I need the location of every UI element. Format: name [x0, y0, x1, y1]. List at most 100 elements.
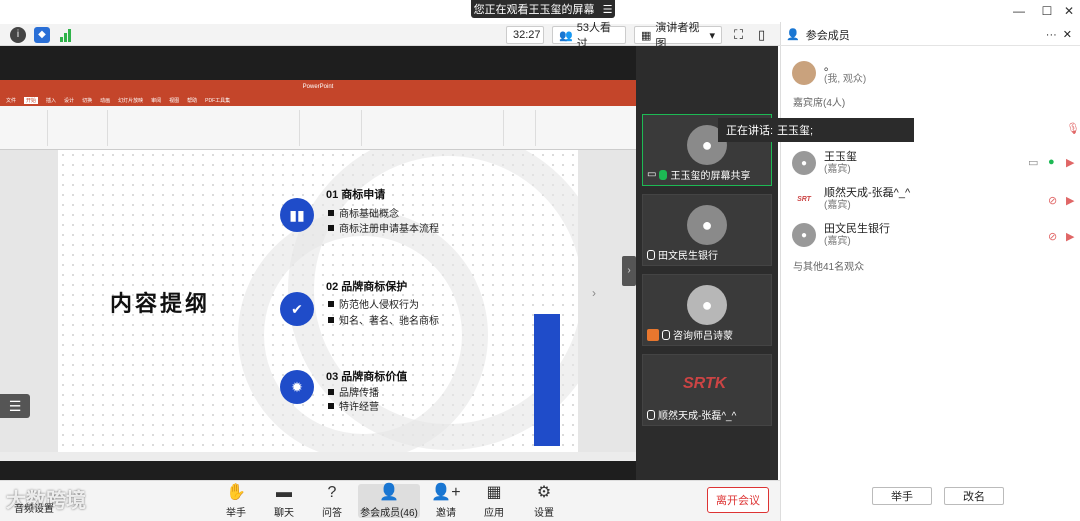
- ppt-tab: 设计: [64, 97, 75, 104]
- ppt-tab: 动画: [100, 97, 111, 104]
- other-viewers-label: 与其他41名观众: [793, 262, 865, 273]
- tile-label: 咨询师吕诗蒙: [647, 327, 733, 342]
- participant-row[interactable]: SRT 顺然天成-张磊^_^ (嘉宾): [792, 184, 1080, 214]
- viewers-count[interactable]: 👥 53人看过: [552, 22, 626, 50]
- close-panel-icon[interactable]: ✕: [1063, 28, 1072, 41]
- participant-role: (嘉宾): [824, 163, 851, 175]
- close-button[interactable]: ✕: [1058, 2, 1080, 20]
- avatar: ●: [687, 285, 727, 325]
- screen-share-icon: ▭: [647, 169, 657, 180]
- button-label: 设置: [534, 508, 554, 519]
- avatar: ●: [792, 151, 816, 175]
- section-item-text: 特许经营: [339, 402, 379, 413]
- invite-icon: 👤+: [431, 484, 461, 501]
- minimize-button[interactable]: —: [1008, 2, 1030, 20]
- section-item-text: 商标注册申请基本流程: [339, 224, 439, 235]
- avatar: ●: [687, 205, 727, 245]
- more-icon[interactable]: ···: [1046, 29, 1057, 41]
- layout-icon[interactable]: ▯: [758, 27, 765, 43]
- section-title: 03 品牌商标价值: [326, 371, 408, 383]
- ppt-tab: 帮助: [187, 97, 198, 104]
- user-icon: [647, 328, 659, 341]
- gear-icon: ⚙: [536, 484, 552, 501]
- mic-muted-icon[interactable]: 🎙: [1066, 122, 1080, 135]
- tile-label: ▭ 王玉玺的屏幕共享: [647, 167, 750, 182]
- ppt-app-name: PowerPoint: [302, 84, 334, 90]
- slide: 内容提纲 ▮▮ 01 商标申请 商标基础概念 商标注册申请基本流程 ✔ 02 品…: [58, 150, 578, 452]
- participant-self[interactable]: 。 (我, 观众): [792, 58, 1080, 88]
- tile-name: 咨询师吕诗蒙: [673, 331, 733, 342]
- section-item: 商标基础概念: [328, 205, 399, 220]
- button-label: 应用: [484, 508, 504, 519]
- qa-button[interactable]: ? 问答: [308, 484, 356, 519]
- participants-button[interactable]: 👤 参会成员(46): [358, 484, 420, 519]
- ppt-tab: PDF工具集: [205, 97, 231, 104]
- mic-muted-icon[interactable]: ⊘: [1048, 194, 1057, 207]
- panel-title: 参会成员: [805, 29, 850, 42]
- apps-button[interactable]: ▦ 应用: [470, 484, 518, 519]
- chevron-down-icon: ▾: [709, 29, 715, 42]
- grid-icon: ▦: [641, 29, 652, 42]
- button-label: 问答: [322, 508, 342, 519]
- video-tile[interactable]: ● 田文民生银行: [642, 194, 772, 266]
- avatar: SRT: [792, 187, 816, 211]
- ppt-ribbon-tabs: 文件 开始 插入 设计 切换 动画 幻灯片放映 审阅 视图 帮助 PDF工具集: [0, 94, 636, 106]
- section-item: 特许经营: [328, 398, 379, 413]
- invite-button[interactable]: 👤+ 邀请: [422, 484, 470, 519]
- ppt-title-bar: PowerPoint: [0, 80, 636, 94]
- video-tile[interactable]: SRTK 顺然天成-张磊^_^: [642, 354, 772, 426]
- button-label: 参会成员(46): [360, 508, 418, 519]
- button-label: 举手: [891, 491, 913, 503]
- ppt-ribbon: [0, 106, 636, 150]
- fullscreen-icon[interactable]: ⛶: [734, 27, 743, 43]
- raise-hand-button-panel[interactable]: 举手: [872, 487, 932, 505]
- button-label: 改名: [963, 491, 985, 503]
- decor-bar: [534, 314, 560, 446]
- person-icon: 👤: [786, 29, 800, 41]
- video-off-icon[interactable]: ▶: [1066, 230, 1074, 243]
- people-icon: 👥: [559, 29, 573, 42]
- share-banner-text: 您正在观看王玉玺的屏幕: [473, 4, 595, 16]
- shield-icon[interactable]: ◆: [34, 27, 50, 43]
- share-banner: 您正在观看王玉玺的屏幕 ☰: [471, 0, 615, 18]
- participant-row[interactable]: ● 田文民生银行 (嘉宾): [792, 220, 1080, 250]
- screen-share-icon: ▭: [1028, 157, 1039, 169]
- raise-hand-button[interactable]: ✋ 举手: [212, 484, 260, 519]
- tile-label: 顺然天成-张磊^_^: [647, 407, 736, 422]
- maximize-button[interactable]: ☐: [1036, 2, 1058, 20]
- mic-off-icon: [662, 329, 670, 340]
- chevron-right-icon[interactable]: ›: [592, 286, 596, 300]
- rename-button[interactable]: 改名: [944, 487, 1004, 505]
- audio-settings-button[interactable]: 音频设置: [14, 500, 54, 515]
- section-item-text: 商标基础概念: [339, 209, 399, 220]
- ppt-tab: 切换: [82, 97, 93, 104]
- chat-button[interactable]: ▬ 聊天: [260, 484, 308, 519]
- ribbon-group: [50, 110, 108, 146]
- ribbon-group: [506, 110, 536, 146]
- participant-role: (我, 观众): [824, 73, 867, 85]
- decor-arc: [238, 210, 488, 452]
- hand-icon: ✋: [226, 484, 246, 501]
- video-off-icon[interactable]: ▶: [1066, 156, 1074, 169]
- button-label: 邀请: [436, 508, 456, 519]
- leave-meeting-button[interactable]: 离开会议: [707, 487, 769, 513]
- video-off-icon[interactable]: ▶: [1066, 194, 1074, 207]
- menu-icon[interactable]: ☰: [0, 394, 30, 418]
- meeting-timer: 32:27: [506, 26, 544, 44]
- settings-button[interactable]: ⚙ 设置: [520, 484, 568, 519]
- leave-label: 离开会议: [716, 495, 760, 507]
- view-mode-select[interactable]: ▦ 演讲者视图 ▾: [634, 22, 722, 50]
- ppt-tab: 幻灯片放映: [118, 97, 144, 104]
- document-icon: ▮▮: [280, 198, 314, 232]
- info-icon[interactable]: i: [10, 27, 26, 43]
- collapse-strip-button[interactable]: ›: [622, 256, 636, 286]
- section-item: 知名、著名、驰名商标: [328, 312, 439, 327]
- video-tile[interactable]: ● 咨询师吕诗蒙: [642, 274, 772, 346]
- button-label: 举手: [226, 508, 246, 519]
- avatar: [792, 61, 816, 85]
- ribbon-group: [364, 110, 504, 146]
- mic-muted-icon[interactable]: ⊘: [1048, 230, 1057, 243]
- participant-name: 王玉玺: [824, 150, 857, 163]
- ppt-tab: 文件: [6, 97, 17, 104]
- list-icon[interactable]: ☰: [603, 3, 613, 16]
